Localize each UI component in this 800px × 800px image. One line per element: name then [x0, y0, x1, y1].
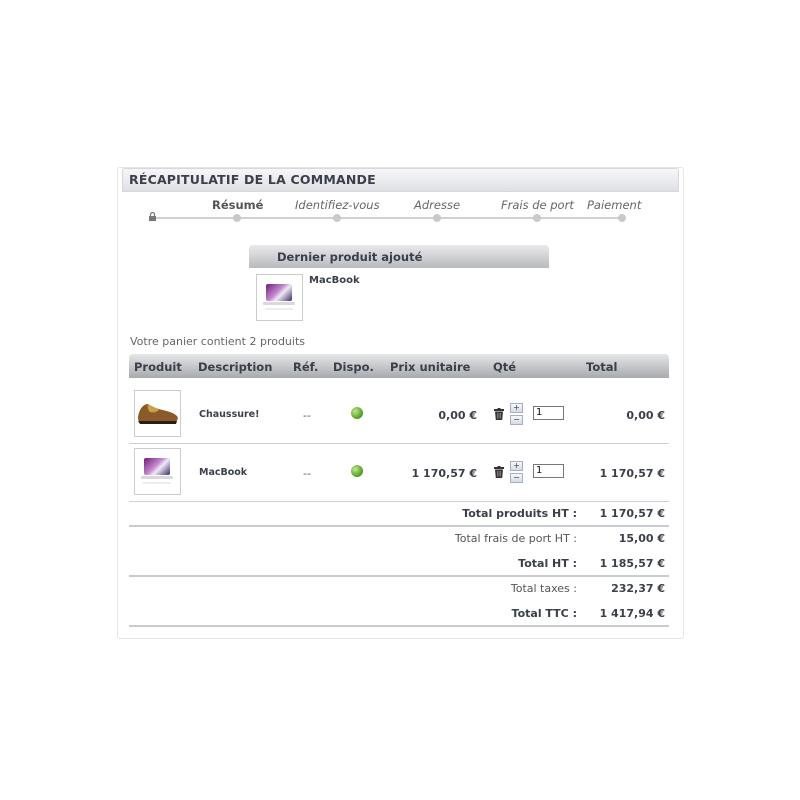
- qty-increase-button[interactable]: +: [510, 403, 523, 413]
- panel-header: RÉCAPITULATIF DE LA COMMANDE: [122, 168, 679, 192]
- qty-increase-button[interactable]: +: [510, 461, 523, 471]
- macbook-screen: [144, 458, 170, 475]
- macbook-base: [263, 302, 295, 305]
- macbook-screen: [266, 284, 292, 301]
- col-total: Total: [586, 360, 618, 374]
- total-shipping-ht-value: 15,00 €: [618, 532, 665, 545]
- total-products-ht-value: 1 170,57 €: [599, 507, 665, 520]
- step-dot-resume: [233, 214, 241, 222]
- lock-icon: [149, 212, 156, 221]
- col-unit-price: Prix unitaire: [390, 360, 471, 374]
- macbook-reflection: [143, 482, 171, 484]
- total-taxes-label: Total taxes :: [510, 582, 577, 595]
- product-ref: --: [303, 467, 311, 480]
- total-ht-value: 1 185,57 €: [599, 557, 665, 570]
- qty-decrease-button[interactable]: −: [510, 473, 523, 483]
- product-description[interactable]: MacBook: [199, 467, 247, 478]
- step-resume[interactable]: Résumé: [212, 198, 263, 212]
- row-divider: [129, 501, 669, 502]
- panel-title: RÉCAPITULATIF DE LA COMMANDE: [129, 172, 376, 187]
- total-ttc-label: Total TTC :: [511, 607, 577, 620]
- qty-decrease-button[interactable]: −: [510, 415, 523, 425]
- totals-divider: [129, 625, 669, 627]
- step-dot-payment: [618, 214, 626, 222]
- macbook-reflection: [265, 308, 293, 310]
- col-qty: Qté: [493, 360, 517, 374]
- total-taxes-value: 232,37 €: [611, 582, 665, 595]
- last-added-title: Dernier produit ajouté: [277, 250, 423, 264]
- product-ref: --: [303, 409, 311, 422]
- col-availability: Dispo.: [333, 360, 374, 374]
- in-stock-icon: [351, 465, 363, 477]
- cart-table-header: Produit Description Réf. Dispo. Prix uni…: [129, 354, 669, 378]
- trash-icon[interactable]: [494, 408, 504, 420]
- totals-divider: [129, 575, 669, 577]
- last-added-product-image[interactable]: [256, 274, 303, 321]
- trash-icon[interactable]: [494, 466, 504, 478]
- macbook-base: [141, 476, 173, 479]
- col-product: Produit: [134, 360, 182, 374]
- step-dot-identify: [333, 214, 341, 222]
- total-shipping-ht-label: Total frais de port HT :: [454, 532, 577, 545]
- product-description[interactable]: Chaussure!: [199, 409, 259, 420]
- step-address: Adresse: [414, 198, 461, 212]
- cart-summary-text: Votre panier contient 2 produits: [130, 335, 306, 348]
- step-dot-shipping: [533, 214, 541, 222]
- shoe-icon: [138, 404, 178, 424]
- col-description: Description: [198, 360, 273, 374]
- step-shipping: Frais de port: [501, 198, 574, 212]
- total-products-ht-label: Total produits HT :: [462, 507, 577, 520]
- row-divider: [129, 443, 669, 444]
- macbook-image[interactable]: [134, 448, 181, 495]
- step-identify: Identifiez-vous: [295, 198, 380, 212]
- shoe-image[interactable]: [134, 390, 181, 437]
- row-total: 0,00 €: [626, 409, 665, 422]
- unit-price: 1 170,57 €: [411, 467, 477, 480]
- total-ht-label: Total HT :: [518, 557, 577, 570]
- last-added-product-name[interactable]: MacBook: [309, 275, 360, 286]
- last-added-header: Dernier produit ajouté: [249, 245, 549, 268]
- step-dot-address: [433, 214, 441, 222]
- row-total: 1 170,57 €: [599, 467, 665, 480]
- qty-input[interactable]: [533, 464, 564, 478]
- total-ttc-value: 1 417,94 €: [599, 607, 665, 620]
- checkout-progress-line: [152, 217, 622, 219]
- qty-input[interactable]: [533, 406, 564, 420]
- col-ref: Réf.: [293, 360, 319, 374]
- totals-divider: [129, 525, 669, 527]
- step-payment: Paiement: [587, 198, 642, 212]
- unit-price: 0,00 €: [438, 409, 477, 422]
- in-stock-icon: [351, 407, 363, 419]
